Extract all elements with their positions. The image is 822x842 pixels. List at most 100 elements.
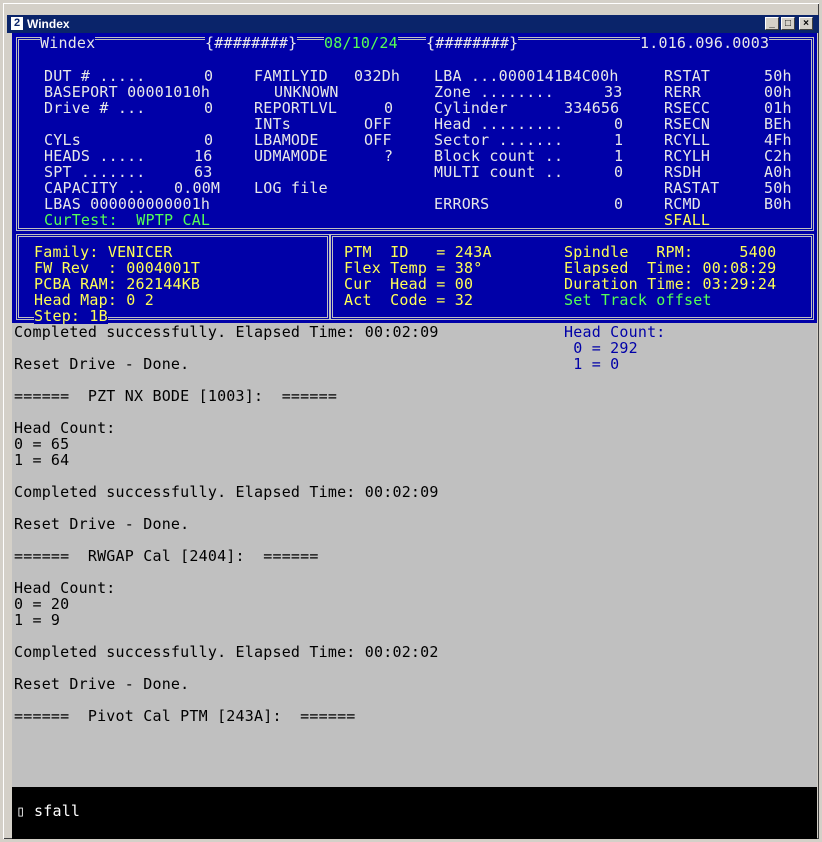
window-title: Windex [27,17,70,31]
log-line: ====== RWGAP Cal [2404]: ====== [14,547,319,565]
rsecc-value: 01h [764,99,792,117]
app-window: 2 Windex _ □ × Windex {########} 08/10/2… [0,0,822,842]
rastat-value: 50h [764,179,792,197]
rcyll-label: RCYLL [664,131,711,149]
header-title: Windex [40,34,96,52]
errors-value: 0 [614,195,624,213]
log-line: ====== Pivot Cal PTM [243A]: ====== [14,707,356,725]
udmamode-label: UDMAMODE [254,147,328,165]
reportlvl-label: REPORTLVL [254,99,338,117]
command-bar[interactable]: ▯ sfall [12,787,817,839]
log-line: Completed successfully. Elapsed Time: 00… [14,643,439,661]
udmamode-value: ? [384,147,394,165]
rcylh-label: RCYLH [664,147,711,165]
log-line: ====== PZT NX BODE [1003]: ====== [14,387,338,405]
lbamode-label: LBAMODE [254,131,319,149]
title-bar[interactable]: 2 Windex _ □ × [7,15,819,33]
close-button[interactable]: × [799,17,813,30]
duration-time-info: Duration Time: 03:29:24 [564,275,777,293]
capacity-value: 0.00M [174,179,221,197]
reportlvl-value: 0 [384,99,394,117]
drive-value: 0 [204,99,214,117]
rstat-value: 50h [764,67,792,85]
app-icon[interactable]: 2 [11,17,23,30]
rcmd-value: B0h [764,195,792,213]
rastat-label: RASTAT [664,179,720,197]
head-label: Head ......... [434,115,564,133]
rerr-value: 00h [764,83,792,101]
cylinder-label: Cylinder [434,99,508,117]
sector-label: Sector ....... [434,131,564,149]
console-area: Windex {########} 08/10/24 {########} 1.… [12,33,817,839]
spt-label: SPT ....... [44,163,146,181]
rsecn-value: BEh [764,115,792,133]
log-line: 0 = 65 [14,435,70,453]
rsdh-label: RSDH [664,163,701,181]
prompt-cursor-icon: ▯ [16,802,26,820]
log-file-label: LOG file [254,179,328,197]
side-head-count-line: 0 = 292 [564,339,638,357]
familyid-label: FAMILYID [254,67,328,85]
header-version: 1.016.096.0003 [640,34,770,52]
family-info: Family: VENICER [34,243,173,261]
rerr-label: RERR [664,83,701,101]
ints-label: INTs [254,115,291,133]
log-line: Head Count: [14,419,116,437]
cyls-value: 0 [204,131,214,149]
errors-label: ERRORS [434,195,490,213]
status-panel: Windex {########} 08/10/24 {########} 1.… [12,33,817,325]
ints-value: OFF [364,115,392,133]
rsecn-label: RSECN [664,115,711,133]
rsecc-label: RSECC [664,99,711,117]
fw-rev-info: FW Rev : 0004001T [34,259,201,277]
family-unknown: UNKNOWN [274,83,339,101]
heads-value: 16 [194,147,213,165]
log-line: Reset Drive - Done. [14,515,190,533]
current-test: CurTest: WPTP CAL [44,211,211,229]
log-line: 1 = 9 [14,611,61,629]
cur-head-info: Cur Head = 00 [344,275,474,293]
cylinder-value: 334656 [564,99,620,117]
ptm-id-info: PTM ID = 243A [344,243,492,261]
set-track-offset-info: Set Track offset [564,291,712,309]
capacity-label: CAPACITY .. [44,179,146,197]
log-line: Reset Drive - Done. [14,355,190,373]
multi-count-label: MULTI count .. [434,163,564,181]
familyid-value: 032Dh [354,67,401,85]
flex-temp-info: Flex Temp = 38° [344,259,483,277]
side-head-count-line: 1 = 0 [564,355,620,373]
zone-value: 33 [604,83,623,101]
rsdh-value: A0h [764,163,792,181]
sector-value: 1 [614,131,624,149]
lba-label: LBA ...0000141B4C00h [434,67,619,85]
log-line: 0 = 20 [14,595,70,613]
maximize-button[interactable]: □ [781,17,795,30]
spindle-rpm-info: Spindle RPM: 5400 [564,243,777,261]
lbamode-value: OFF [364,131,392,149]
lbas-label: LBAS 000000000001h [44,195,211,213]
zone-label: Zone ........ [434,83,554,101]
rcmd-label: RCMD [664,195,701,213]
elapsed-time-info: Elapsed Time: 00:08:29 [564,259,777,277]
dut-label: DUT # ..... [44,67,146,85]
head-value: 0 [614,115,624,133]
baseport-label: BASEPORT 00001010h [44,83,211,101]
header-right-marker: {########} [426,34,519,52]
act-code-info: Act Code = 32 [344,291,474,309]
header-left-marker: {########} [205,34,298,52]
log-line: 1 = 64 [14,451,70,469]
multi-count-value: 0 [614,163,624,181]
log-line: Completed successfully. Elapsed Time: 00… [14,323,439,341]
command-input[interactable]: sfall [34,803,80,819]
side-head-count-title: Head Count: [564,323,666,341]
head-map-info: Head Map: 0 2 [34,291,154,309]
block-count-value: 1 [614,147,624,165]
minimize-button[interactable]: _ [765,17,779,30]
drive-label: Drive # ... [44,99,146,117]
pcba-ram-info: PCBA RAM: 262144KB [34,275,201,293]
log-line: Reset Drive - Done. [14,675,190,693]
step-info: Step: 1B [34,307,108,325]
spt-value: 63 [194,163,213,181]
sfall-label: SFALL [664,211,711,229]
heads-label: HEADS ..... [44,147,146,165]
